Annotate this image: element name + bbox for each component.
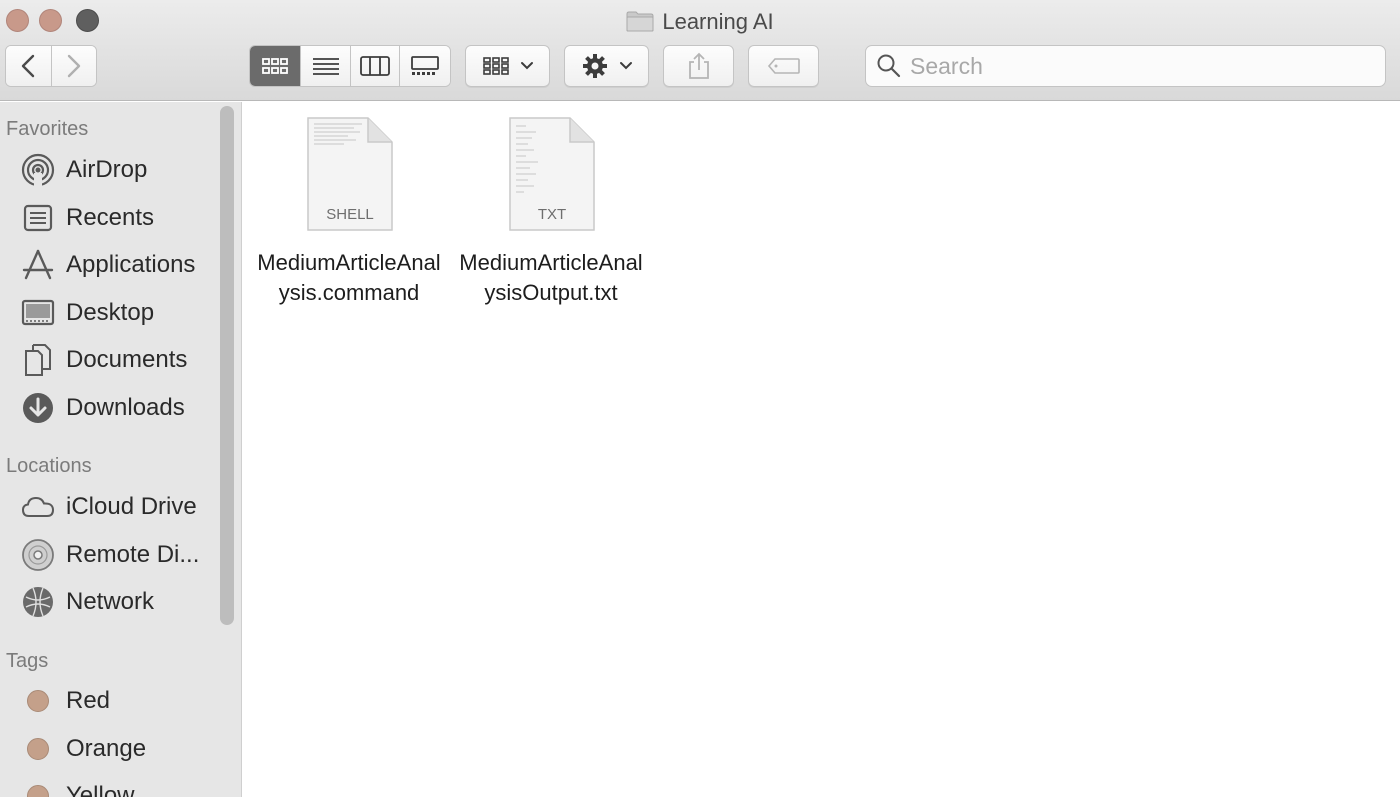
file-name: MediumArticleAnalysis.command [257,250,441,305]
sidebar-item-tag-orange[interactable]: Orange [20,728,220,770]
network-icon [20,584,56,620]
sidebar-item-desktop[interactable]: Desktop [20,292,220,334]
sidebar-item-label: Orange [66,735,147,762]
chevron-down-icon [520,62,533,70]
sidebar-scrollbar[interactable] [220,106,234,625]
window-title-text: Learning AI [662,9,774,34]
chevron-down-icon [619,62,632,70]
sidebar-item-label: Yellow [66,782,135,797]
sidebar-item-tag-yellow[interactable]: Yellow [20,775,220,797]
group-icon [482,57,509,75]
shell-script-file-icon: SHELL [304,116,394,232]
documents-icon [20,342,56,378]
sidebar-item-label: Recents [66,204,155,231]
search-icon [877,54,901,78]
tag-icon [767,58,800,74]
favorites-section-title: Favorites [6,118,89,140]
tag-color-dot [27,690,49,712]
file-browser-content: SHELL MediumArticleAnalysis.command TXT … [243,102,1400,797]
sidebar-item-applications[interactable]: Applications [20,244,220,286]
sidebar-item-documents[interactable]: Documents [20,339,220,381]
downloads-icon [20,390,56,426]
cloud-icon [20,489,56,525]
file-item[interactable]: SHELL MediumArticleAnalysis.command [254,116,444,308]
recents-icon [20,200,56,236]
applications-icon [20,247,56,283]
file-type-badge: TXT [538,206,566,223]
sidebar-item-tag-red[interactable]: Red [20,680,220,722]
share-icon [688,52,709,79]
gallery-view-button[interactable] [400,46,450,86]
window-title: Learning AI [0,6,1400,38]
sidebar: Favorites AirDrop Recents Applications D… [0,102,242,797]
disc-icon [20,537,56,573]
icon-view-icon [262,58,289,74]
search-field[interactable] [865,45,1386,87]
icon-view-button[interactable] [250,46,302,86]
sidebar-item-label: iCloud Drive [66,493,197,520]
sidebar-item-label: Applications [66,251,196,278]
tag-color-dot [27,785,49,797]
file-item[interactable]: TXT MediumArticleAnalysisOutput.txt [456,116,646,308]
tags-section-title: Tags [6,650,49,672]
gallery-view-icon [411,56,440,75]
sidebar-item-label: Desktop [66,299,155,326]
sidebar-item-remote-disc[interactable]: Remote Di... [20,534,220,576]
file-name: MediumArticleAnalysisOutput.txt [459,250,643,305]
edit-tags-button[interactable] [748,45,819,87]
action-menu-button[interactable] [564,45,649,87]
sidebar-item-icloud-drive[interactable]: iCloud Drive [20,486,220,528]
tag-color-dot [27,738,49,760]
sidebar-item-label: Red [66,687,111,714]
desktop-icon [20,295,56,331]
title-bar: Learning AI [0,0,1400,101]
navigation-buttons [5,45,97,87]
sidebar-item-network[interactable]: Network [20,581,220,623]
gear-icon [582,54,607,78]
column-view-icon [360,56,391,76]
sidebar-item-airdrop[interactable]: AirDrop [20,149,220,191]
sidebar-item-label: Remote Di... [66,541,200,568]
file-type-badge: SHELL [326,206,374,223]
list-view-icon [312,58,339,75]
sidebar-item-label: Documents [66,346,188,373]
chevron-left-icon [22,54,35,78]
airdrop-icon [20,152,56,188]
sidebar-item-label: AirDrop [66,156,148,183]
sidebar-item-downloads[interactable]: Downloads [20,387,220,429]
column-view-button[interactable] [350,46,401,86]
sidebar-item-label: Downloads [66,394,185,421]
back-button[interactable] [6,46,52,86]
folder-icon [626,9,654,32]
list-view-button[interactable] [301,46,351,86]
group-by-button[interactable] [465,45,550,87]
sidebar-item-recents[interactable]: Recents [20,197,220,239]
view-mode-control [249,45,451,87]
text-file-icon: TXT [506,116,596,232]
sidebar-item-label: Network [66,588,155,615]
forward-button[interactable] [51,46,96,86]
chevron-right-icon [67,54,80,78]
search-input[interactable] [910,48,1370,84]
share-button[interactable] [663,45,734,87]
locations-section-title: Locations [6,455,92,477]
